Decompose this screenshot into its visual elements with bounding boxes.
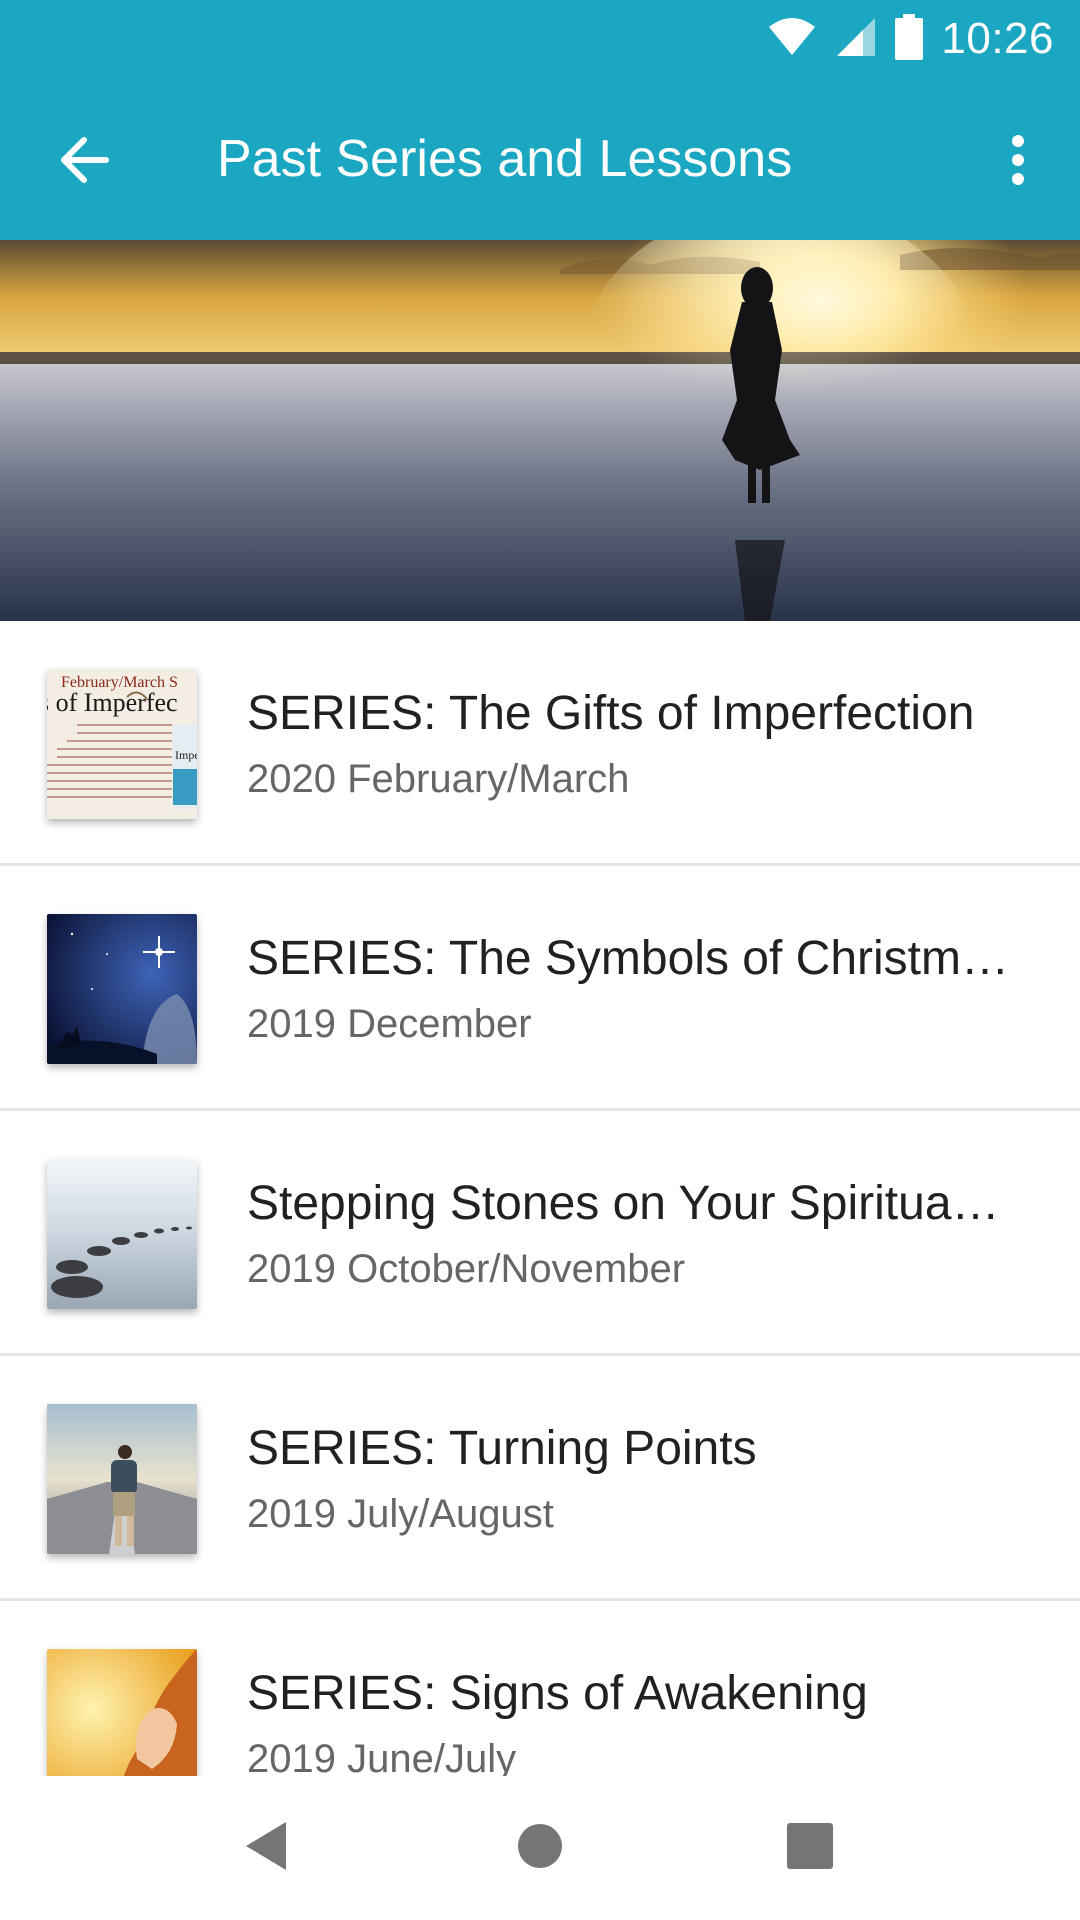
- nav-recents-button[interactable]: [774, 1812, 846, 1884]
- series-title: Stepping Stones on Your Spiritua…: [247, 1177, 1000, 1230]
- series-date: 2019 June/July: [247, 1737, 517, 1776]
- series-list: February/March S s of Imperfec Impe SERI…: [0, 621, 1080, 1776]
- status-icons: 10:26: [767, 10, 1054, 68]
- series-date: 2019 December: [247, 1002, 532, 1046]
- status-bar: 10:26: [0, 0, 1080, 78]
- square-recents-icon: [787, 1822, 833, 1874]
- series-thumbnail: [47, 1404, 197, 1554]
- series-thumbnail: [47, 1649, 197, 1776]
- battery-icon: [895, 13, 924, 65]
- series-row[interactable]: February/March S s of Imperfec Impe SERI…: [0, 621, 1080, 866]
- system-nav-bar: [0, 1776, 1080, 1920]
- arrow-left-icon: [58, 134, 110, 191]
- hero-banner-image: [0, 240, 1080, 621]
- nav-home-button[interactable]: [504, 1812, 576, 1884]
- svg-text:s of Imperfec: s of Imperfec: [47, 688, 178, 717]
- series-thumbnail: February/March S s of Imperfec Impe: [47, 669, 197, 819]
- series-date: 2019 July/August: [247, 1492, 554, 1536]
- page-title: Past Series and Lessons: [217, 130, 793, 188]
- series-date: 2020 February/March: [247, 757, 630, 801]
- series-title: SERIES: Signs of Awakening: [247, 1667, 868, 1720]
- nav-back-button[interactable]: [230, 1812, 302, 1884]
- more-vert-icon: [1010, 134, 1026, 191]
- series-thumbnail: [47, 914, 197, 1064]
- triangle-back-icon: [242, 1820, 290, 1877]
- series-date: 2019 October/November: [247, 1247, 686, 1291]
- circle-home-icon: [516, 1822, 564, 1875]
- series-title: SERIES: The Gifts of Imperfection: [247, 687, 975, 740]
- more-options-button[interactable]: [980, 124, 1056, 200]
- series-row[interactable]: SERIES: The Symbols of Christm… 2019 Dec…: [0, 866, 1080, 1111]
- signal-icon: [835, 16, 877, 63]
- svg-text:Impe: Impe: [175, 748, 197, 762]
- wifi-icon: [767, 17, 817, 62]
- status-time: 10:26: [941, 14, 1054, 63]
- series-thumbnail: [47, 1159, 197, 1309]
- series-title: SERIES: Turning Points: [247, 1422, 757, 1475]
- series-row[interactable]: Stepping Stones on Your Spiritua… 2019 O…: [0, 1111, 1080, 1356]
- app-bar: Past Series and Lessons: [0, 78, 1080, 240]
- series-title: SERIES: The Symbols of Christm…: [247, 932, 1009, 985]
- back-button[interactable]: [46, 124, 122, 200]
- series-row[interactable]: SERIES: Turning Points 2019 July/August: [0, 1356, 1080, 1601]
- series-row[interactable]: SERIES: Signs of Awakening 2019 June/Jul…: [0, 1601, 1080, 1776]
